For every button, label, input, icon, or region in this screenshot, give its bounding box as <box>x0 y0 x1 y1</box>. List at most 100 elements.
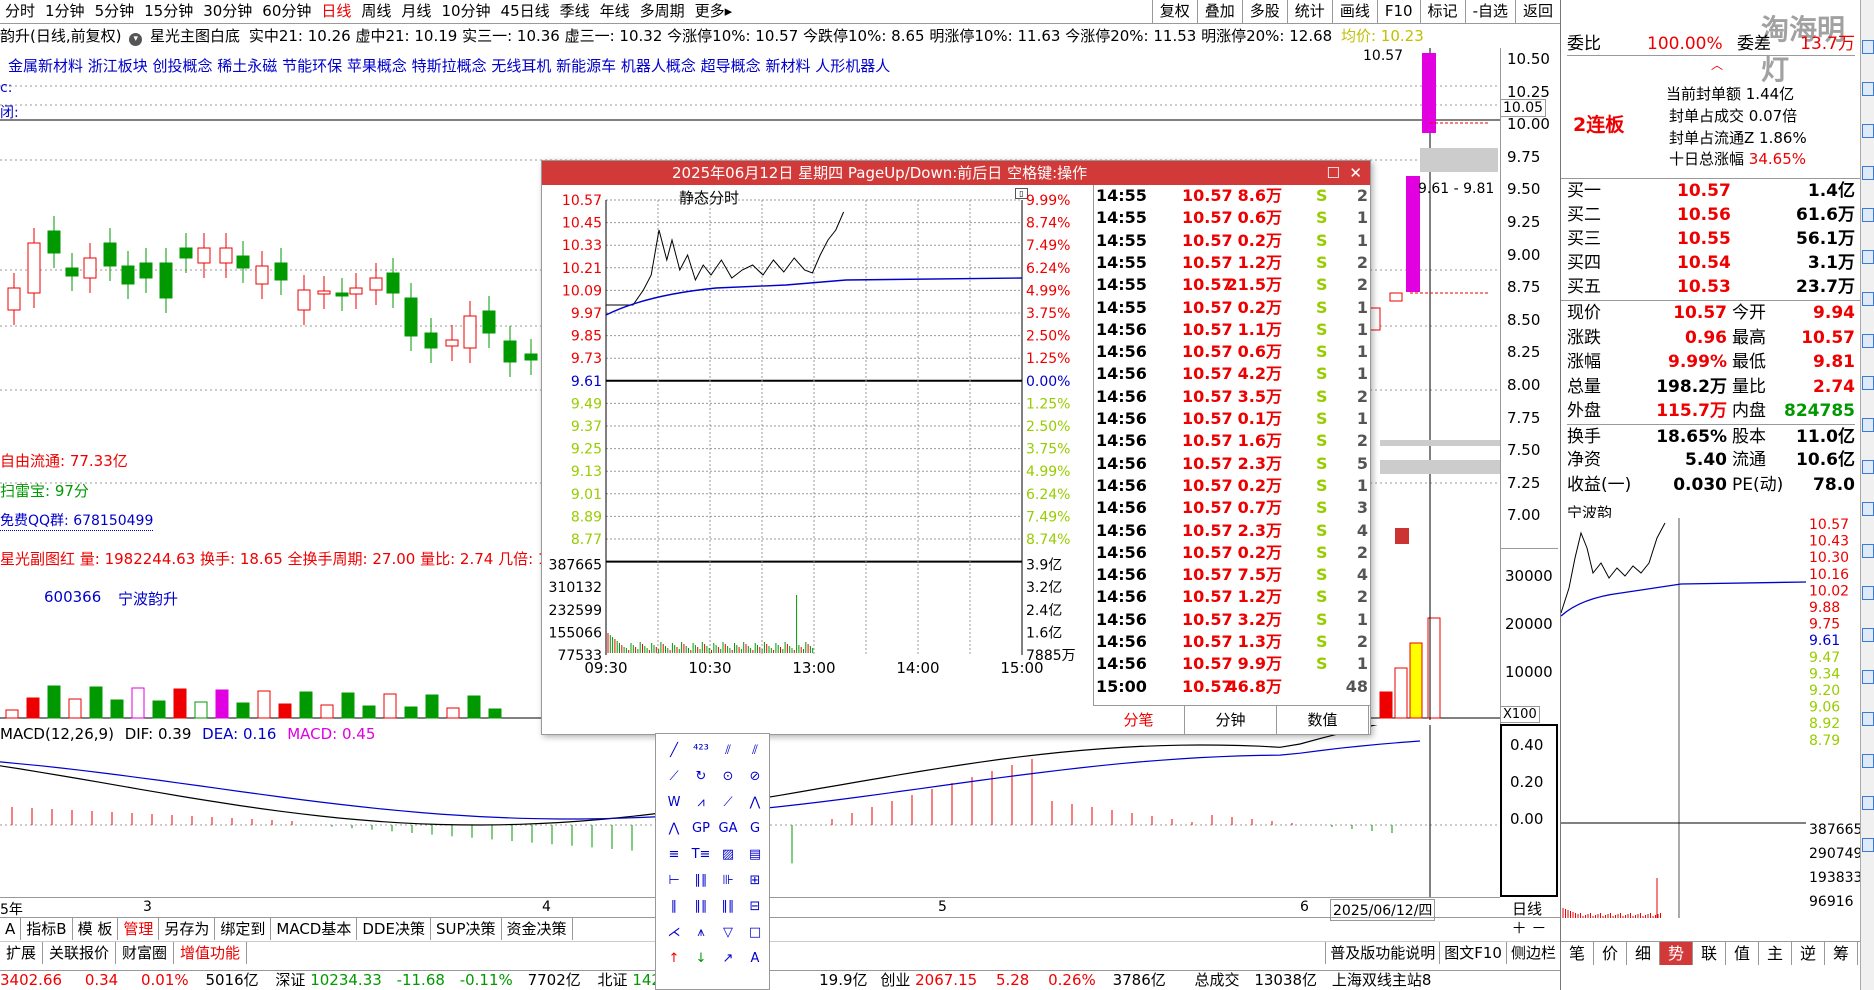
draw-tool-15[interactable]: G <box>743 818 767 840</box>
draw-tool-28[interactable]: ⋌ <box>662 922 686 944</box>
bottom-link-1[interactable]: 图文F10 <box>1439 942 1506 964</box>
side-tool-icon[interactable] <box>1862 544 1874 558</box>
drawing-tools-palette[interactable]: ╱ ⁴²³ ⫽ ⫽ ⟋ ↻ ⊙ ⊘ W ⩘ ⟋ ⋀ ⋀ GP GA G ≡ T≡ ▨ ▤ ⊢ ∥∥ ⊪ ⊞ ∥ ∥∥ ∥∥ ⊟ ⋌ ⩚ ▽ □… <box>655 733 770 990</box>
draw-tool-13[interactable]: GP <box>689 818 713 840</box>
extension-tab-0[interactable]: 扩展 <box>0 942 44 964</box>
popup-tab-1[interactable]: 分钟 <box>1185 706 1277 734</box>
popup-tab-2[interactable]: 数值 <box>1277 706 1369 734</box>
right-tab-3[interactable]: 势 <box>1660 942 1693 965</box>
toolbar-button-6[interactable]: 标记 <box>1419 0 1465 23</box>
period-tab-7[interactable]: 周线 <box>356 0 396 23</box>
indicator-tab-1[interactable]: 指标B <box>21 918 73 940</box>
side-tool-icon[interactable] <box>1862 754 1874 768</box>
period-tab-1[interactable]: 1分钟 <box>40 0 90 23</box>
side-tool-icon[interactable] <box>1862 82 1874 96</box>
right-tab-0[interactable]: 笔 <box>1561 942 1594 965</box>
indicator-name[interactable]: 星光主图白底 <box>150 27 240 45</box>
toolbar-button-3[interactable]: 统计 <box>1286 0 1332 23</box>
draw-tool-31[interactable]: □ <box>743 922 767 944</box>
extension-tab-2[interactable]: 财富圈 <box>116 942 175 964</box>
draw-tool-26[interactable]: ∥∥ <box>716 896 740 918</box>
draw-tool-4[interactable]: ⟋ <box>662 766 686 788</box>
draw-tool-3[interactable]: ⫽ <box>743 740 767 762</box>
side-tool-icon[interactable] <box>1862 628 1874 642</box>
draw-tool-2[interactable]: ⫽ <box>716 740 740 762</box>
draw-tool-24[interactable]: ∥ <box>662 896 686 918</box>
draw-tool-0[interactable]: ╱ <box>662 740 686 762</box>
draw-tool-25[interactable]: ∥∥ <box>689 896 713 918</box>
draw-tool-14[interactable]: GA <box>716 818 740 840</box>
period-tab-10[interactable]: 45日线 <box>496 0 555 23</box>
toolbar-button-1[interactable]: 叠加 <box>1196 0 1242 23</box>
draw-tool-5[interactable]: ↻ <box>689 766 713 788</box>
period-tab-8[interactable]: 月线 <box>396 0 436 23</box>
tick-list[interactable]: 14:55 10.57 8.6万 S 2 14:55 10.57 0.6万 S 1 14:55 10.… <box>1093 185 1371 705</box>
draw-tool-16[interactable]: ≡ <box>662 844 686 866</box>
minute-chart[interactable]: 10.57 9.99% 10.45 8.74% 10.33 7.49% 10.21 6.24%… <box>542 185 1090 705</box>
draw-tool-10[interactable]: ⟋ <box>716 792 740 814</box>
draw-tool-35[interactable]: A <box>743 948 767 970</box>
period-tab-3[interactable]: 15分钟 <box>139 0 198 23</box>
draw-tool-17[interactable]: T≡ <box>689 844 713 866</box>
qq-group-label[interactable]: 免费QQ群: 678150499 <box>0 510 154 531</box>
indicator-tab-2[interactable]: 模 板 <box>73 918 119 940</box>
period-tab-12[interactable]: 年线 <box>595 0 635 23</box>
draw-tool-19[interactable]: ▤ <box>743 844 767 866</box>
chevron-down-icon[interactable]: ▾ <box>129 33 143 46</box>
side-toolbar[interactable] <box>1860 0 1874 990</box>
right-tab-4[interactable]: 联 <box>1693 942 1726 965</box>
draw-tool-8[interactable]: W <box>662 792 686 814</box>
period-tab-9[interactable]: 10分钟 <box>436 0 495 23</box>
close-icon[interactable]: ✕ <box>1349 161 1362 185</box>
right-tab-2[interactable]: 细 <box>1627 942 1660 965</box>
period-tab-5[interactable]: 60分钟 <box>257 0 316 23</box>
side-tool-icon[interactable] <box>1862 502 1874 516</box>
indicator-tab-5[interactable]: 绑定到 <box>215 918 272 940</box>
draw-tool-29[interactable]: ⩚ <box>689 922 713 944</box>
right-tab-6[interactable]: 主 <box>1759 942 1792 965</box>
side-tool-icon[interactable] <box>1862 124 1874 138</box>
draw-tool-12[interactable]: ⋀ <box>662 818 686 840</box>
period-tab-13[interactable]: 多周期 <box>635 0 690 23</box>
indicator-tab-3[interactable]: 管理 <box>118 918 160 940</box>
maximize-icon[interactable]: ☐ <box>1327 161 1340 185</box>
bottom-link-2[interactable]: 侧边栏 <box>1505 942 1560 964</box>
period-tab-14[interactable]: 更多▸ <box>690 0 738 23</box>
side-tool-icon[interactable] <box>1862 166 1874 180</box>
expand-icon[interactable]: ︿ <box>1711 56 1723 73</box>
draw-tool-27[interactable]: ⊟ <box>743 896 767 918</box>
bottom-link-0[interactable]: 普及版功能说明 <box>1325 942 1439 964</box>
minute-chart-popup[interactable]: 2025年06月12日 星期四 PageUp/Down:前后日 空格键:操作 ☐… <box>541 160 1371 735</box>
draw-tool-6[interactable]: ⊙ <box>716 766 740 788</box>
side-tool-icon[interactable] <box>1862 670 1874 684</box>
right-tab-7[interactable]: 逆 <box>1792 942 1825 965</box>
draw-tool-9[interactable]: ⩘ <box>689 792 713 814</box>
side-tool-icon[interactable] <box>1862 460 1874 474</box>
toolbar-button-8[interactable]: 返回 <box>1514 0 1560 23</box>
side-tool-icon[interactable] <box>1862 586 1874 600</box>
side-tool-icon[interactable] <box>1862 40 1874 54</box>
extension-tab-1[interactable]: 关联报价 <box>43 942 117 964</box>
draw-tool-11[interactable]: ⋀ <box>743 792 767 814</box>
indicator-tab-8[interactable]: SUP决策 <box>431 918 502 940</box>
indicator-tab-4[interactable]: 另存为 <box>159 918 216 940</box>
toolbar-button-4[interactable]: 画线 <box>1331 0 1377 23</box>
mini-chart[interactable]: 10.5710.4310.3010.1610.029.889.759.619.4… <box>1561 518 1861 918</box>
period-tab-4[interactable]: 30分钟 <box>198 0 257 23</box>
extension-tab-3[interactable]: 增值功能 <box>174 942 248 964</box>
toolbar-button-7[interactable]: -自选 <box>1464 0 1515 23</box>
side-tool-icon[interactable] <box>1862 334 1874 348</box>
right-tab-1[interactable]: 价 <box>1594 942 1627 965</box>
period-tab-0[interactable]: 分时 <box>0 0 40 23</box>
side-tool-icon[interactable] <box>1862 838 1874 852</box>
period-tab-11[interactable]: 季线 <box>555 0 595 23</box>
draw-tool-20[interactable]: ⊢ <box>662 870 686 892</box>
popup-titlebar[interactable]: 2025年06月12日 星期四 PageUp/Down:前后日 空格键:操作 ☐… <box>542 161 1370 185</box>
indicator-tab-6[interactable]: MACD基本 <box>271 918 358 940</box>
side-tool-icon[interactable] <box>1862 796 1874 810</box>
indicator-tab-9[interactable]: 资金决策 <box>502 918 573 940</box>
side-tool-icon[interactable] <box>1862 712 1874 726</box>
side-tool-icon[interactable] <box>1862 418 1874 432</box>
side-tool-icon[interactable] <box>1862 376 1874 390</box>
period-tab-2[interactable]: 5分钟 <box>90 0 140 23</box>
